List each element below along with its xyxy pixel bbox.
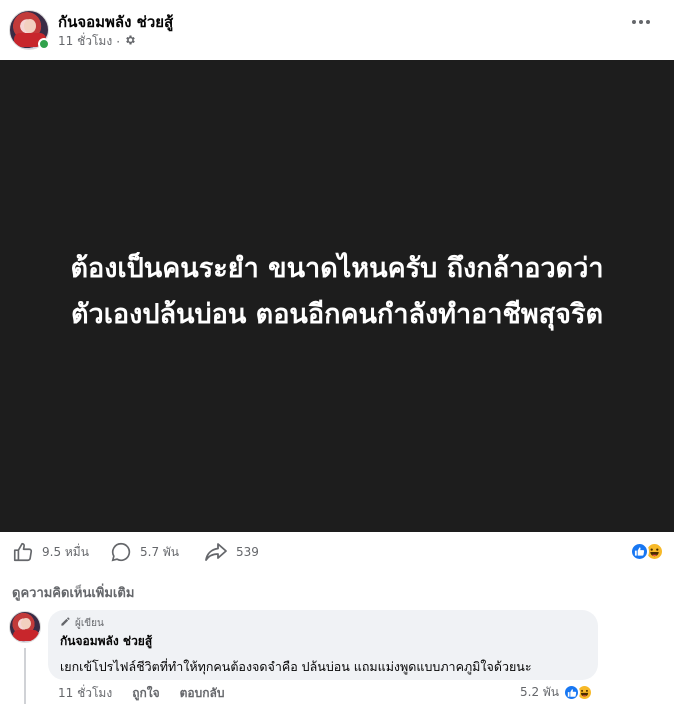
comment-bubble-icon: [110, 541, 132, 563]
author-badge: ผู้เขียน: [60, 616, 586, 630]
avatar-face: [24, 19, 36, 33]
more-horizontal-icon: [632, 20, 636, 24]
comment-reactions[interactable]: 5.2 พัน: [520, 683, 594, 702]
comment-author[interactable]: กันจอมพลัง ช่วยสู้: [60, 632, 586, 651]
view-more-comments-link[interactable]: ดูความคิดเห็นเพิ่มเติม: [12, 582, 134, 603]
share-stat[interactable]: 539: [204, 541, 259, 563]
thumbs-up-icon: [12, 541, 34, 563]
like-reaction-icon: [630, 542, 649, 561]
pen-icon: [60, 616, 71, 630]
comment-reaction-count: 5.2 พัน: [520, 685, 560, 699]
comment-like-button[interactable]: ถูกใจ: [132, 684, 159, 703]
post-image[interactable]: ต้องเป็นคนระยำ ขนาดไหนครับ ถึงกล้าอวดว่า…: [0, 60, 674, 532]
comment-text: เยกเข้โปรไฟล์ชีวิตที่ทำให้ทุกคนต้องจดจำค…: [60, 659, 532, 674]
post-stats-bar: 9.5 หมื่น 5.7 พัน 539: [0, 532, 674, 572]
post-header: กันจอมพลัง ช่วยสู้ 11 ชั่วโมง ·: [0, 0, 674, 60]
post-text-line-2: ตัวเองปล้นบ่อน ตอนอีกคนกำลังทำอาชีพสุจริ…: [71, 299, 603, 330]
comment-reaction-icons: [563, 684, 594, 701]
comment-actions: 11 ชั่วโมง ถูกใจ ตอบกลับ: [58, 684, 224, 703]
post-meta: 11 ชั่วโมง ·: [58, 32, 136, 51]
more-dot: [639, 20, 643, 24]
comment-reply-button[interactable]: ตอบกลับ: [180, 684, 225, 703]
more-options-button[interactable]: [626, 10, 656, 34]
avatar-detail: [13, 630, 39, 641]
commenter-avatar[interactable]: [9, 611, 41, 643]
like-reaction-icon: [563, 684, 581, 701]
online-status-dot: [38, 38, 50, 50]
more-dot: [646, 20, 650, 24]
reaction-summary[interactable]: [630, 542, 664, 561]
page-name[interactable]: กันจอมพลัง ช่วยสู้: [58, 10, 173, 34]
comment: ผู้เขียน กันจอมพลัง ช่วยสู้ เยกเข้โปรไฟล…: [0, 608, 674, 708]
meta-separator: ·: [116, 34, 121, 49]
comment-stat[interactable]: 5.7 พัน: [110, 541, 179, 563]
share-count: 539: [236, 545, 259, 559]
comment-bubble: ผู้เขียน กันจอมพลัง ช่วยสู้ เยกเข้โปรไฟล…: [48, 610, 598, 680]
post-time[interactable]: 11 ชั่วโมง: [58, 32, 112, 51]
post-text-line-1: ต้องเป็นคนระยำ ขนาดไหนครับ ถึงกล้าอวดว่า: [70, 253, 604, 284]
comment-count: 5.7 พัน: [140, 544, 180, 559]
comment-time[interactable]: 11 ชั่วโมง: [58, 684, 112, 703]
share-arrow-icon: [204, 541, 228, 563]
reply-thread-line: [24, 648, 26, 704]
avatar-face: [21, 618, 31, 629]
gear-icon[interactable]: [124, 34, 136, 50]
author-badge-label: ผู้เขียน: [75, 617, 104, 629]
like-count: 9.5 หมื่น: [42, 544, 89, 559]
like-stat[interactable]: 9.5 หมื่น: [12, 541, 89, 563]
